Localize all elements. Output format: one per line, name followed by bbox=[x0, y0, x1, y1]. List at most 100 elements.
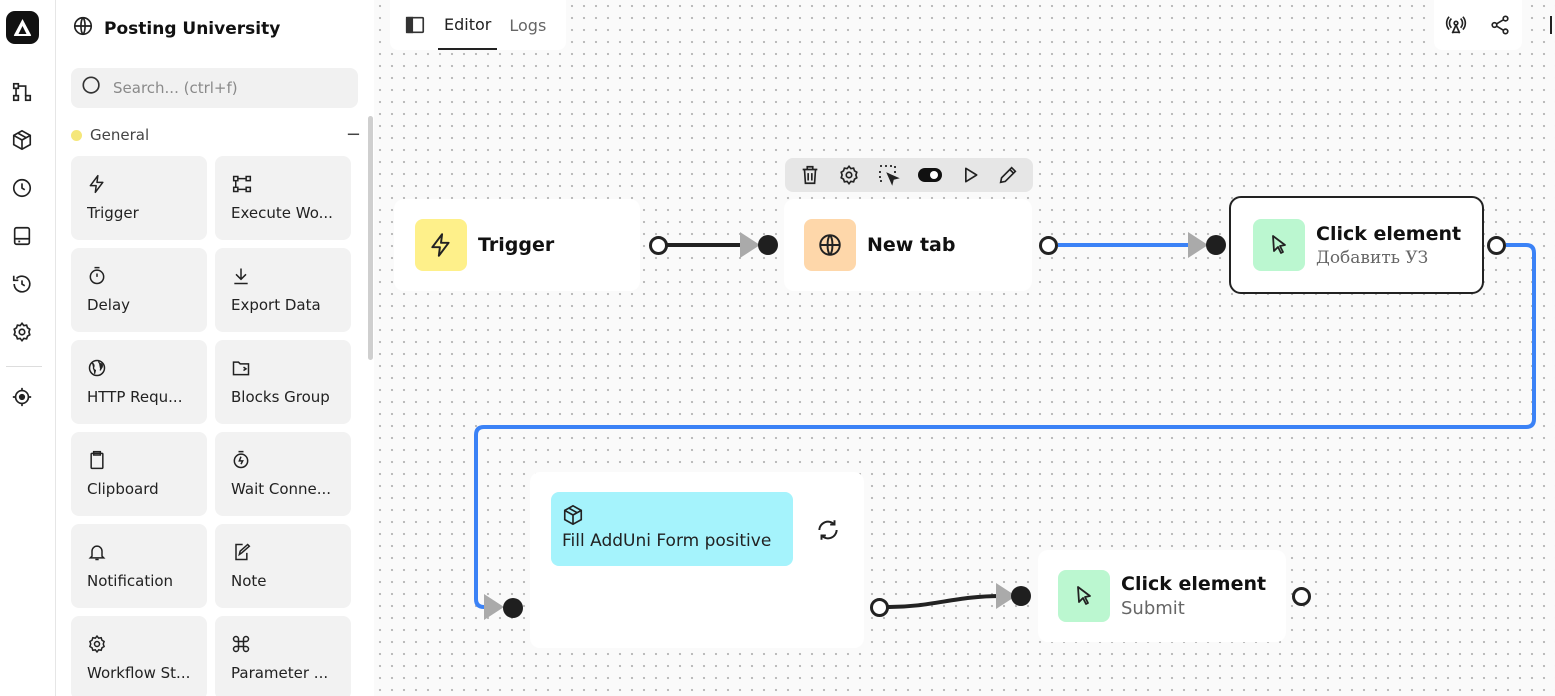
download-icon bbox=[231, 264, 335, 288]
block-http-request[interactable]: HTTP Requ... bbox=[71, 340, 207, 424]
folder-icon bbox=[231, 356, 335, 380]
command-icon bbox=[231, 632, 335, 656]
node-click-element-2[interactable]: Click element Submit bbox=[1038, 550, 1286, 642]
block-label: Wait Conne... bbox=[231, 480, 332, 498]
node-title: Click element bbox=[1316, 222, 1462, 245]
globe-icon bbox=[72, 15, 94, 42]
cursor-icon bbox=[1267, 233, 1291, 257]
click1-output-port[interactable] bbox=[1487, 236, 1506, 255]
node-icon-bg bbox=[804, 219, 856, 271]
block-label: Note bbox=[231, 572, 267, 590]
block-workflow-state[interactable]: Workflow St... bbox=[71, 616, 207, 696]
block-trigger[interactable]: Trigger bbox=[71, 156, 207, 240]
click2-output-port[interactable] bbox=[1292, 587, 1311, 606]
sidebar-scrollbar[interactable] bbox=[368, 116, 373, 360]
block-delay[interactable]: Delay bbox=[71, 248, 207, 332]
workflow-canvas[interactable]: Editor Logs Trigger New tab Click elemen… bbox=[374, 0, 1555, 696]
click1-input-port[interactable] bbox=[1206, 235, 1226, 255]
packages-icon[interactable] bbox=[10, 128, 34, 152]
workspace-title[interactable]: Posting University bbox=[72, 15, 280, 42]
play-icon[interactable] bbox=[960, 165, 980, 185]
block-label: Execute Wo... bbox=[231, 204, 333, 222]
block-execute-workflow[interactable]: Execute Wo... bbox=[215, 156, 351, 240]
click2-input-port[interactable] bbox=[1011, 586, 1031, 606]
package-icon bbox=[562, 504, 793, 526]
lightning-icon bbox=[428, 232, 454, 258]
block-label: Workflow St... bbox=[87, 664, 191, 682]
node-trigger[interactable]: Trigger bbox=[394, 199, 640, 291]
toggle-icon[interactable] bbox=[917, 164, 943, 186]
search-icon bbox=[81, 75, 103, 101]
node-icon-bg bbox=[1253, 219, 1305, 271]
history-icon[interactable] bbox=[10, 272, 34, 296]
recording-icon[interactable] bbox=[10, 385, 34, 409]
node-toolbar bbox=[785, 158, 1033, 192]
node-icon-bg bbox=[415, 219, 467, 271]
node-title: New tab bbox=[867, 234, 956, 256]
stopwatch-icon bbox=[87, 264, 191, 288]
block-export-data[interactable]: Export Data bbox=[215, 248, 351, 332]
block-note[interactable]: Note bbox=[215, 524, 351, 608]
group-inner-block[interactable]: Fill AddUni Form positive bbox=[551, 492, 793, 566]
block-label: Clipboard bbox=[87, 480, 159, 498]
schedule-icon[interactable] bbox=[10, 176, 34, 200]
category-color-dot bbox=[71, 129, 82, 141]
node-title: Click element bbox=[1121, 573, 1267, 595]
lightning-icon bbox=[87, 172, 191, 196]
bell-icon bbox=[87, 540, 191, 564]
group-output-port[interactable] bbox=[870, 598, 889, 617]
node-subtitle: Добавить УЗ bbox=[1316, 247, 1429, 268]
block-label: Delay bbox=[87, 296, 131, 314]
block-blocks-group[interactable]: Blocks Group bbox=[215, 340, 351, 424]
execute-workflow-icon bbox=[231, 172, 335, 196]
workflows-icon[interactable] bbox=[10, 80, 34, 104]
node-title: Trigger bbox=[478, 234, 555, 256]
arrow-head bbox=[1188, 232, 1208, 258]
block-label: Notification bbox=[87, 572, 174, 590]
node-new-tab[interactable]: New tab bbox=[784, 199, 1032, 291]
workspace-name: Posting University bbox=[104, 18, 281, 39]
refresh-icon[interactable] bbox=[815, 517, 841, 543]
newtab-output-port[interactable] bbox=[1039, 236, 1058, 255]
block-parameter-prompt[interactable]: Parameter ... bbox=[215, 616, 351, 696]
group-block-label: Fill AddUni Form positive bbox=[562, 531, 772, 551]
block-label: Trigger bbox=[87, 204, 139, 222]
search-input[interactable] bbox=[113, 79, 343, 97]
block-clipboard[interactable]: Clipboard bbox=[71, 432, 207, 516]
pencil-icon[interactable] bbox=[997, 164, 1019, 186]
block-label: Blocks Group bbox=[231, 388, 330, 406]
storage-icon[interactable] bbox=[10, 224, 34, 248]
arrow-head bbox=[740, 232, 760, 258]
blocks-grid: Trigger Execute Wo... Delay Export Data … bbox=[71, 156, 353, 696]
group-input-port[interactable] bbox=[503, 598, 523, 618]
block-label: HTTP Requ... bbox=[87, 388, 183, 406]
newtab-input-port[interactable] bbox=[758, 235, 778, 255]
block-notification[interactable]: Notification bbox=[71, 524, 207, 608]
select-icon[interactable] bbox=[877, 163, 901, 187]
block-label: Parameter ... bbox=[231, 664, 329, 682]
timer-icon bbox=[231, 448, 335, 472]
block-wait-connections[interactable]: Wait Conne... bbox=[215, 432, 351, 516]
globe-icon bbox=[87, 356, 191, 380]
app-logo[interactable] bbox=[6, 11, 39, 44]
left-rail bbox=[0, 0, 56, 696]
trigger-output-port[interactable] bbox=[649, 236, 668, 255]
settings-icon[interactable] bbox=[838, 164, 860, 186]
node-icon-bg bbox=[1058, 570, 1110, 622]
clipboard-icon bbox=[87, 448, 191, 472]
block-label: Export Data bbox=[231, 296, 321, 314]
category-label: General bbox=[90, 126, 150, 144]
node-click-element-1[interactable]: Click element Добавить УЗ bbox=[1229, 196, 1484, 294]
trash-icon[interactable] bbox=[799, 164, 821, 186]
collapse-category-button[interactable]: − bbox=[346, 124, 361, 145]
search-box[interactable] bbox=[71, 68, 358, 108]
category-general[interactable]: General − bbox=[71, 124, 361, 145]
arrow-head bbox=[484, 594, 504, 620]
settings-icon[interactable] bbox=[10, 320, 34, 344]
cursor-icon bbox=[1072, 584, 1096, 608]
globe-icon bbox=[817, 232, 843, 258]
connection-group-click2 bbox=[887, 594, 1003, 609]
note-icon bbox=[231, 540, 335, 564]
gear-icon bbox=[87, 632, 191, 656]
node-subtitle: Submit bbox=[1121, 598, 1185, 619]
